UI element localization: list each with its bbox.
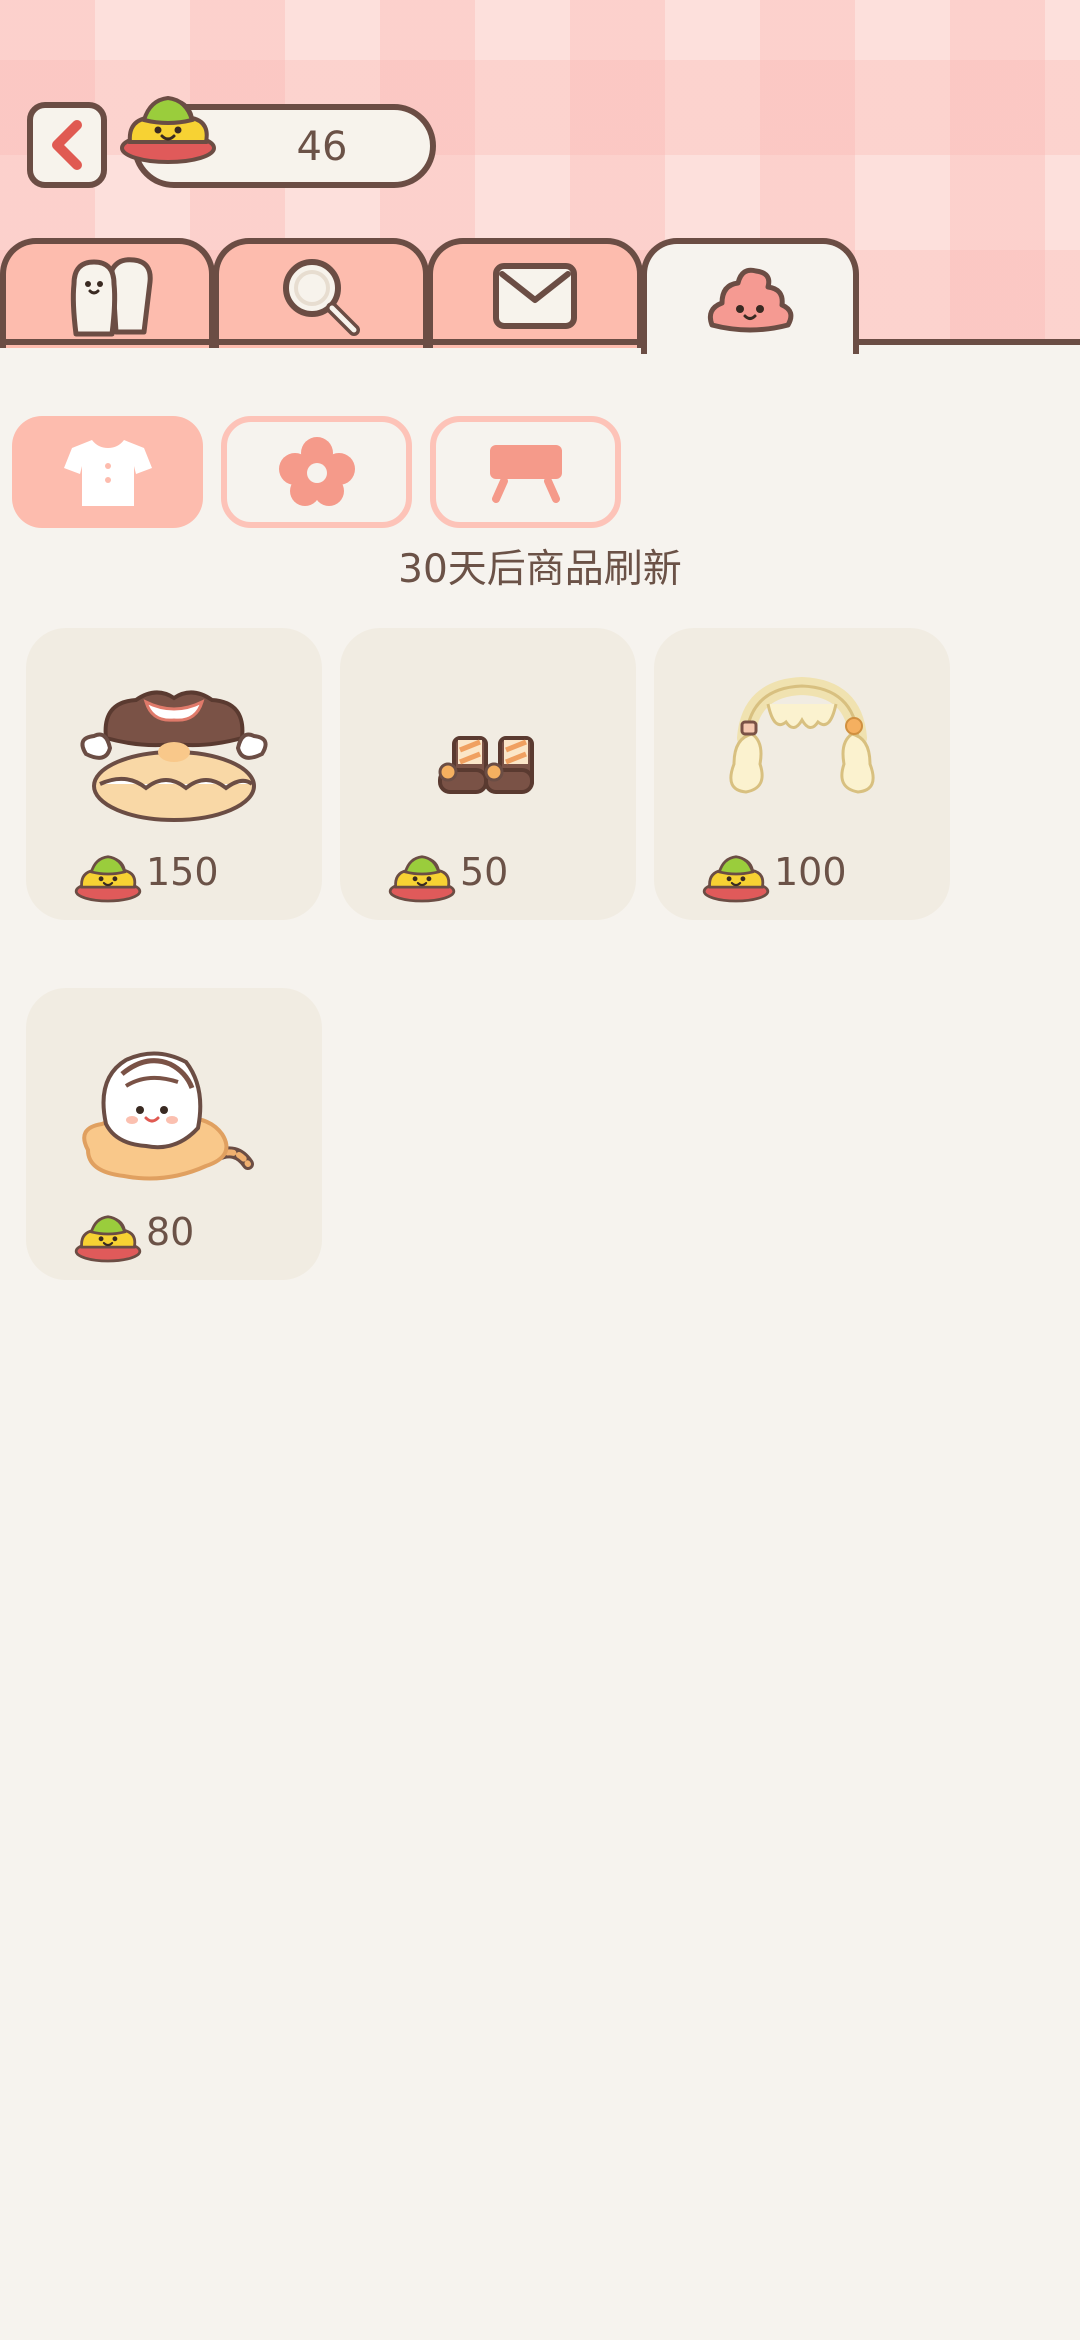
category-clothing-button[interactable]	[12, 416, 203, 528]
poop-coin-icon	[702, 855, 770, 903]
shop-item-card[interactable]: 80	[26, 988, 322, 1280]
tab-shop[interactable]	[641, 238, 859, 354]
poop-coin-icon	[388, 855, 456, 903]
cream-hair-buns-icon	[729, 676, 875, 794]
shop-item-card[interactable]: 150	[26, 628, 322, 920]
refresh-notice: 30天后商品刷新	[398, 547, 682, 592]
shop-item-card[interactable]: 100	[654, 628, 950, 920]
back-button[interactable]	[27, 102, 107, 188]
item-price: 80	[146, 1210, 195, 1254]
item-price: 150	[146, 850, 219, 894]
friends-icon	[70, 257, 153, 337]
shirt-icon	[63, 440, 152, 506]
cream-puff-outfit-icon	[80, 690, 268, 822]
poop-icon	[707, 267, 794, 333]
flower-icon	[278, 437, 355, 506]
chevron-left-icon	[52, 120, 82, 170]
tab-baseline	[0, 339, 1080, 345]
category-furniture-button[interactable]	[430, 416, 621, 528]
item-price: 50	[460, 850, 509, 894]
poop-coin-icon	[120, 95, 216, 164]
tab-friends[interactable]	[0, 238, 215, 348]
poop-coin-icon	[74, 1215, 142, 1263]
marshmallow-cookie-hat-icon	[82, 1051, 254, 1181]
poop-coin-icon	[74, 855, 142, 903]
envelope-icon	[493, 263, 577, 329]
magnifier-icon	[283, 259, 360, 336]
item-price: 100	[774, 850, 847, 894]
table-icon	[489, 445, 562, 503]
category-flower-button[interactable]	[221, 416, 412, 528]
tab-mail[interactable]	[427, 238, 643, 348]
striped-boots-icon	[438, 736, 534, 794]
currency-amount: 46	[296, 124, 348, 170]
shop-item-card[interactable]: 50	[340, 628, 636, 920]
tab-search[interactable]	[213, 238, 429, 348]
